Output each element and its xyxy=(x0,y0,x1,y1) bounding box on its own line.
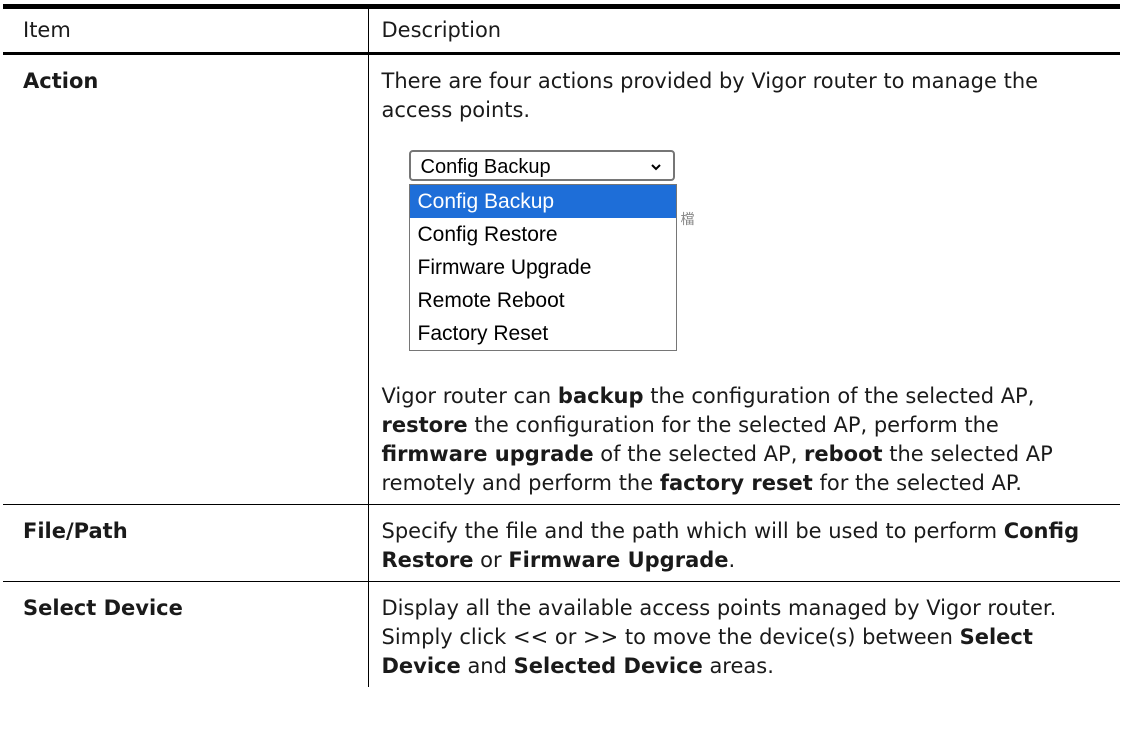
action-intro: There are four actions provided by Vigor… xyxy=(381,69,1039,122)
row-item-action: Action xyxy=(3,53,368,505)
table-row: Action There are four actions provided b… xyxy=(3,53,1120,505)
action-options-list: Config Backup Config Restore Firmware Up… xyxy=(408,184,677,351)
option-config-backup[interactable]: Config Backup xyxy=(409,185,676,218)
header-description: Description xyxy=(367,4,1120,55)
action-detail-text: Vigor router can backup the configuratio… xyxy=(381,384,1053,495)
stray-glyph: 檔 xyxy=(680,212,695,228)
header-item: Item xyxy=(3,4,368,55)
row-description-select-device: Display all the available access points … xyxy=(367,581,1120,687)
action-select-value: Config Backup xyxy=(420,156,551,178)
option-config-restore[interactable]: Config Restore xyxy=(410,218,676,251)
table-row: File/Path Specify the file and the path … xyxy=(3,504,1120,582)
row-item-file-path: File/Path xyxy=(3,504,368,582)
row-description-file-path: Specify the file and the path which will… xyxy=(367,504,1120,582)
action-select[interactable]: Config Backup xyxy=(408,150,675,181)
row-item-select-device: Select Device xyxy=(23,596,183,620)
option-firmware-upgrade[interactable]: Firmware Upgrade xyxy=(410,251,676,284)
row-description-action: There are four actions provided by Vigor… xyxy=(367,53,1120,505)
table-row: Select Device Display all the available … xyxy=(3,581,1120,687)
chevron-down-icon xyxy=(650,164,661,171)
table-header-row: Item Description xyxy=(3,4,1120,55)
option-remote-reboot[interactable]: Remote Reboot xyxy=(410,284,676,317)
description-table: Item Description Action There are four a… xyxy=(3,4,1120,687)
option-factory-reset[interactable]: Factory Reset xyxy=(410,317,676,350)
action-dropdown-illustration: Config Backup Config Backup Config Resto… xyxy=(408,150,695,359)
